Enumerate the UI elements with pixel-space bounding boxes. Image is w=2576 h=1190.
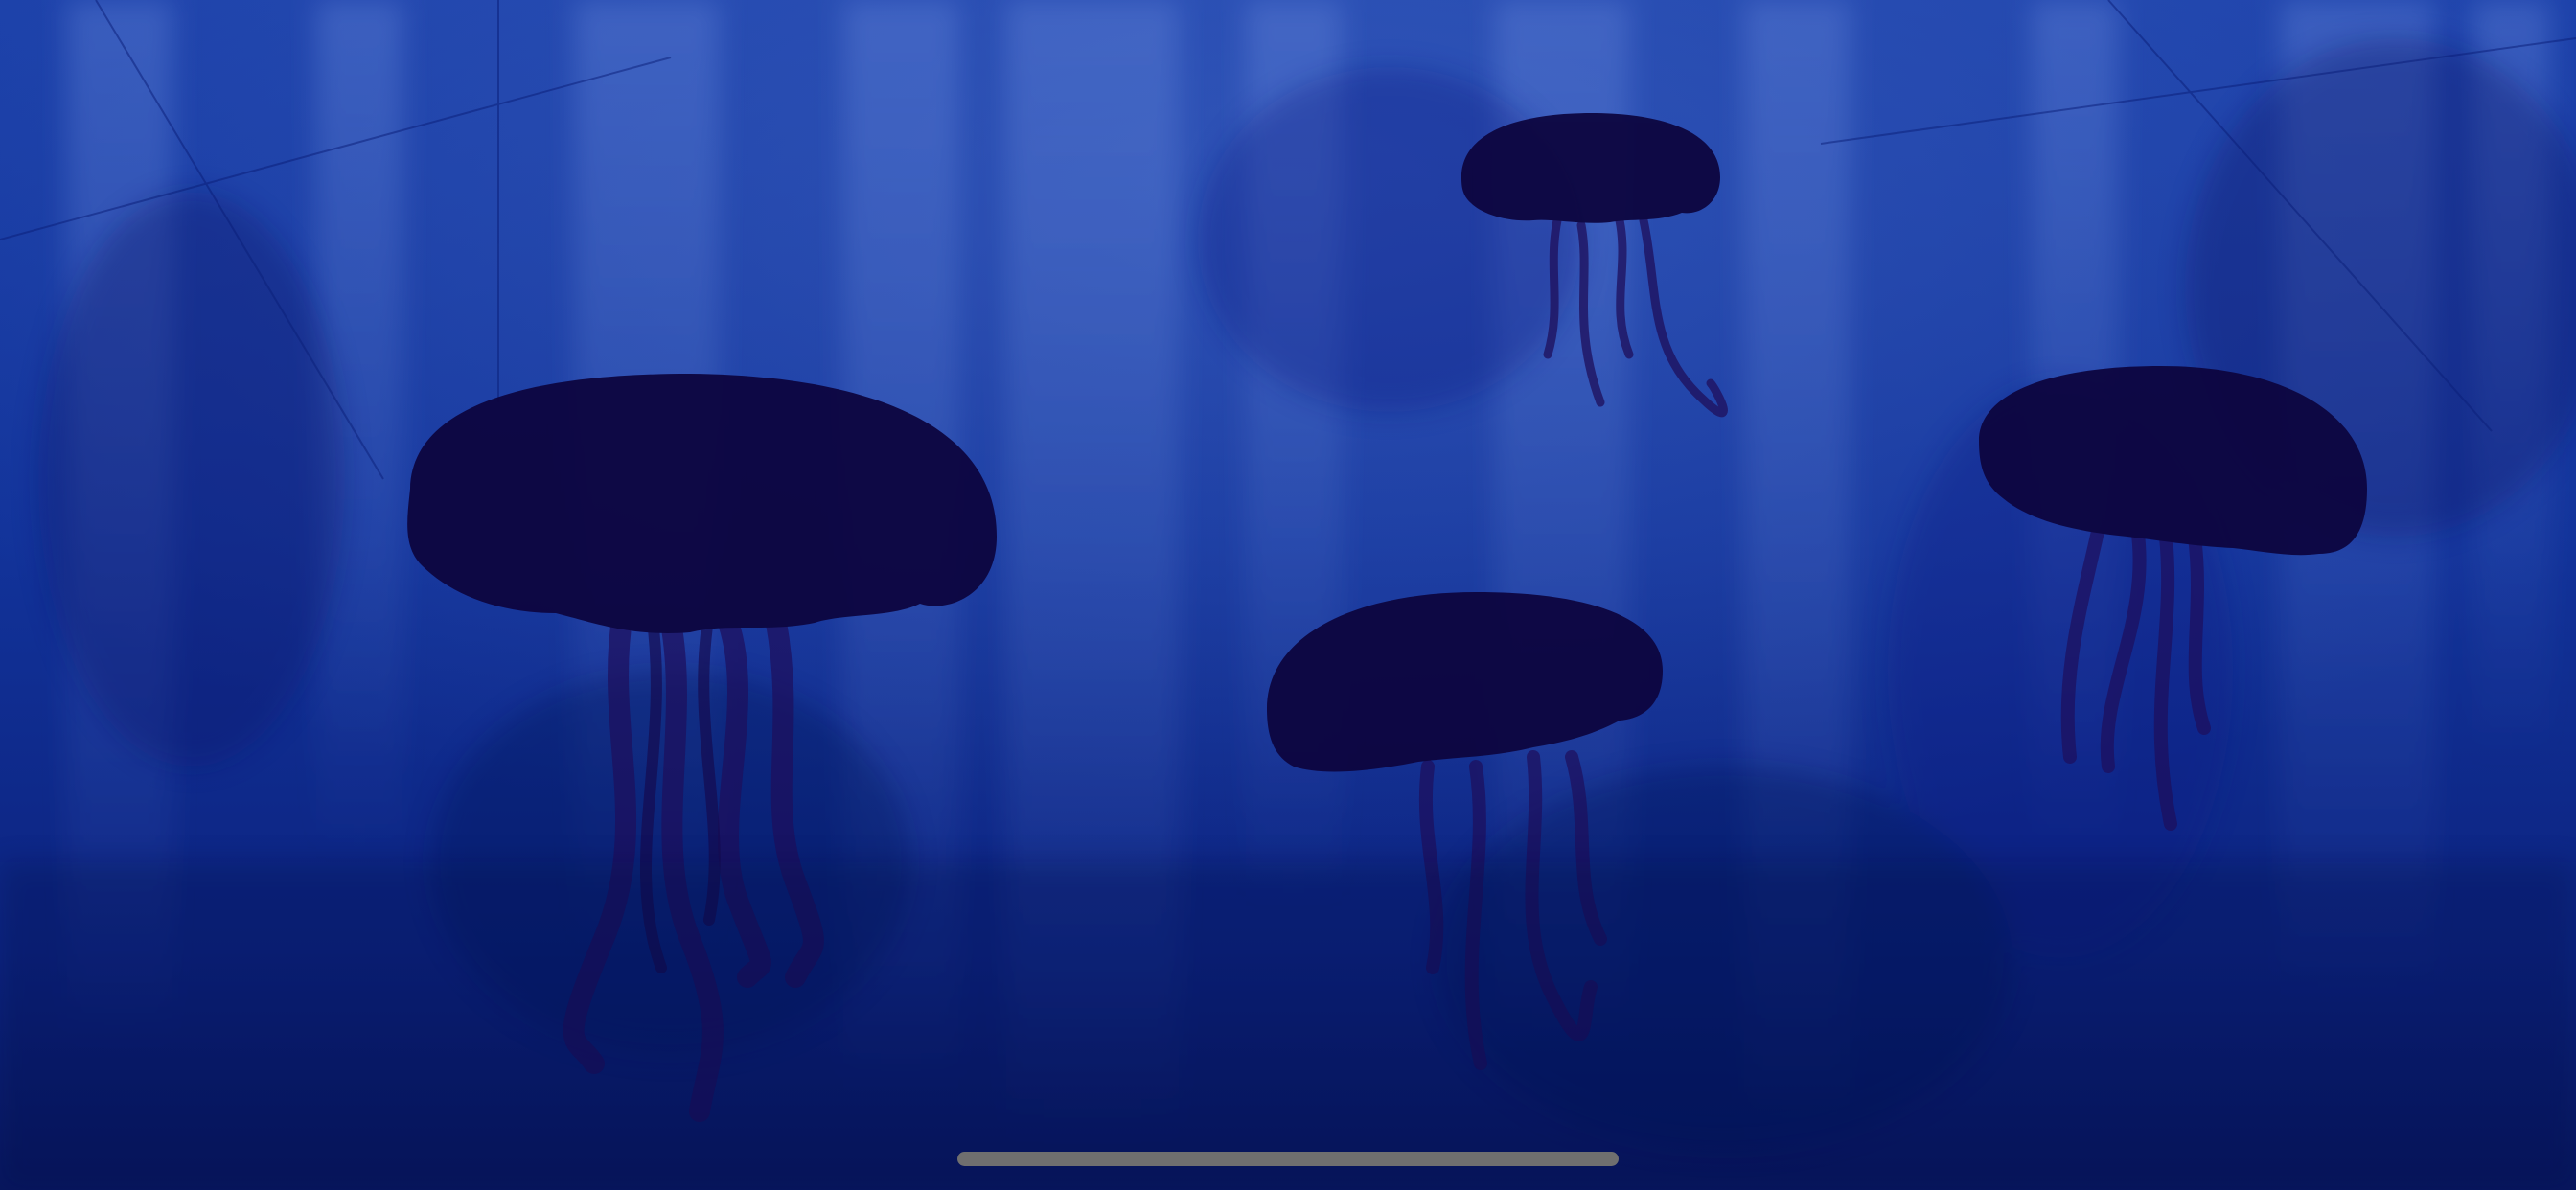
game-scene[interactable]: [0, 0, 2576, 1190]
home-indicator-bar[interactable]: [957, 1152, 1619, 1166]
underwater-background: [0, 0, 2576, 1190]
